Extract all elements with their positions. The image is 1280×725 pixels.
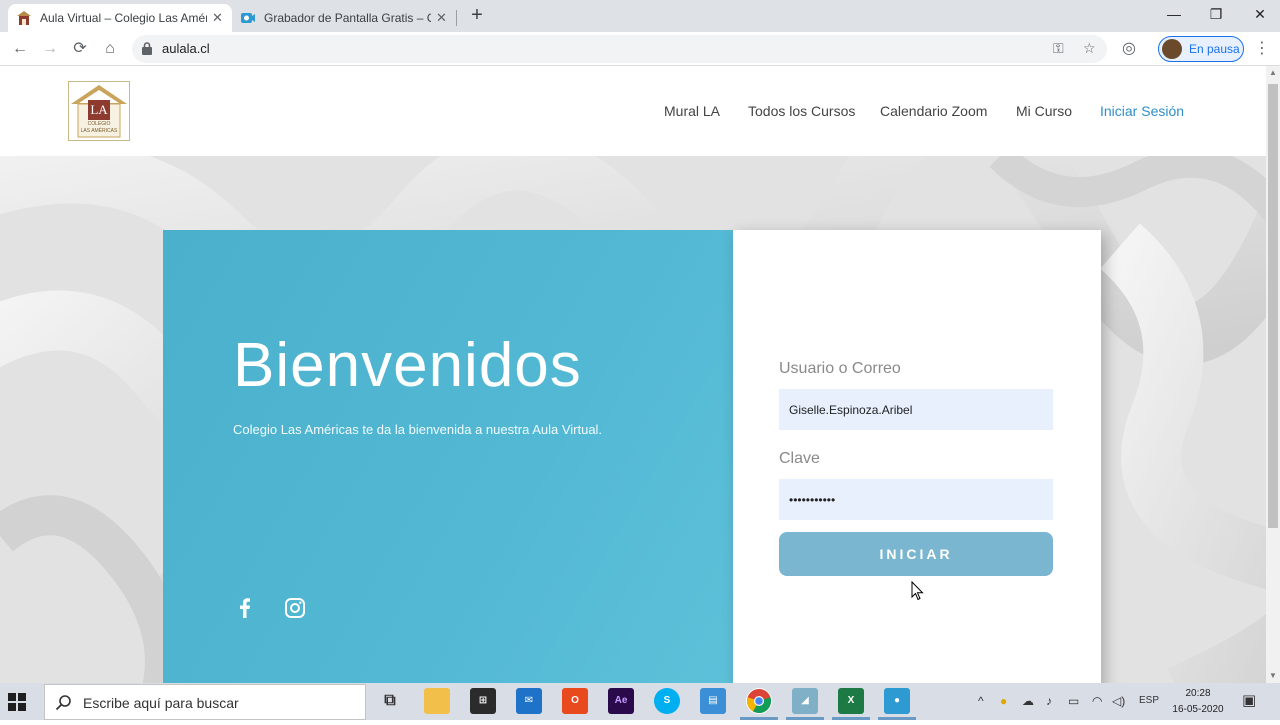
address-bar[interactable]: aulala.cl ⚿ ☆: [132, 35, 1107, 63]
logo-text-line1: COLEGIO: [87, 121, 111, 127]
excel-icon[interactable]: X: [838, 688, 864, 714]
star-icon[interactable]: ☆: [1083, 40, 1096, 57]
browser-tab-strip: Aula Virtual – Colegio Las Américas ✕ Gr…: [0, 0, 1280, 32]
tab-separator: [456, 10, 457, 26]
control-panel-icon[interactable]: ▤: [700, 688, 726, 714]
chrome-icon[interactable]: [746, 688, 772, 714]
nav-todos-los-cursos[interactable]: Todos los Cursos: [748, 103, 855, 119]
tab-aula-virtual[interactable]: Aula Virtual – Colegio Las Américas ✕: [8, 4, 232, 32]
username-field[interactable]: [779, 389, 1053, 430]
app-icon[interactable]: ◢: [792, 688, 818, 714]
username-label: Usuario o Correo: [779, 360, 901, 377]
site-header: LA COLEGIO LAS AMÉRICAS Mural LA Todos l…: [0, 66, 1266, 156]
browser-toolbar: ← → ⟳ ⌂ aulala.cl ⚿ ☆ ◎ En pausa ⋮: [0, 32, 1280, 66]
menu-icon[interactable]: ⋮: [1250, 37, 1274, 61]
screen-recorder-favicon-icon: [240, 10, 256, 26]
action-center-icon[interactable]: ▣: [1242, 691, 1256, 709]
lock-icon: [142, 42, 152, 55]
skype-icon[interactable]: S: [654, 688, 680, 714]
store-icon[interactable]: ⊞: [470, 688, 496, 714]
after-effects-icon[interactable]: Ae: [608, 688, 634, 714]
welcome-subtitle: Colegio Las Américas te da la bienvenida…: [233, 422, 603, 437]
scroll-down-icon[interactable]: ▼: [1266, 669, 1280, 683]
cloud-sync-icon[interactable]: ☁: [1022, 694, 1034, 708]
screen-recorder-icon[interactable]: ●: [884, 688, 910, 714]
nav-mi-curso[interactable]: Mi Curso: [1016, 103, 1072, 119]
page-scrollbar[interactable]: ▲ ▼: [1266, 66, 1280, 683]
microphone-icon[interactable]: ♪: [1046, 694, 1052, 708]
restore-button[interactable]: ❐: [1196, 2, 1236, 26]
notification-app-icon[interactable]: ●: [1000, 694, 1007, 708]
url-text: aulala.cl: [162, 41, 210, 56]
file-explorer-icon[interactable]: [424, 688, 450, 714]
close-tab-icon[interactable]: ✕: [435, 10, 448, 26]
windows-taskbar: Escribe aquí para buscar ⧉ ⊞ ✉ O Ae S ▤ …: [0, 683, 1280, 720]
taskbar-search-box[interactable]: Escribe aquí para buscar: [44, 684, 366, 720]
volume-icon[interactable]: ◁): [1112, 694, 1125, 708]
welcome-panel: Bienvenidos Colegio Las Américas te da l…: [163, 230, 733, 683]
extension-icon[interactable]: ◎: [1117, 37, 1141, 61]
mail-icon[interactable]: ✉: [516, 688, 542, 714]
language-indicator[interactable]: ESP: [1139, 695, 1159, 706]
password-field[interactable]: [779, 479, 1053, 520]
scrollbar-thumb[interactable]: [1268, 84, 1278, 528]
minimize-button[interactable]: —: [1154, 2, 1194, 26]
new-tab-button[interactable]: +: [466, 4, 488, 26]
office-icon[interactable]: O: [562, 688, 588, 714]
school-logo[interactable]: LA COLEGIO LAS AMÉRICAS: [68, 81, 130, 141]
windows-start-icon[interactable]: [8, 693, 26, 711]
login-panel: Usuario o Correo Clave INICIAR: [733, 230, 1101, 683]
mouse-cursor-icon: [911, 581, 924, 601]
page-viewport: LA COLEGIO LAS AMÉRICAS Mural LA Todos l…: [0, 66, 1266, 683]
reload-icon[interactable]: ⟳: [68, 37, 92, 61]
nav-iniciar-sesion[interactable]: Iniciar Sesión: [1100, 103, 1184, 119]
close-window-button[interactable]: ✕: [1240, 2, 1280, 26]
hero-section: Bienvenidos Colegio Las Américas te da l…: [0, 156, 1266, 683]
key-icon[interactable]: ⚿: [1053, 40, 1064, 57]
forward-icon[interactable]: →: [38, 37, 62, 61]
avatar: [1162, 39, 1182, 59]
clock-time: 20:28: [1185, 688, 1211, 699]
close-tab-icon[interactable]: ✕: [211, 10, 224, 26]
logo-initials: LA: [90, 102, 108, 117]
instagram-icon[interactable]: [283, 596, 307, 620]
nav-calendario-zoom[interactable]: Calendario Zoom: [880, 103, 987, 119]
task-view-icon[interactable]: ⧉: [377, 688, 403, 714]
clock-date: 16-05-2020: [1172, 704, 1224, 715]
show-hidden-icons-icon[interactable]: ^: [978, 694, 984, 708]
login-button[interactable]: INICIAR: [779, 532, 1053, 576]
tab-grabador[interactable]: Grabador de Pantalla Gratis – Captura de…: [232, 4, 456, 32]
welcome-title: Bienvenidos: [233, 331, 582, 400]
battery-icon[interactable]: ▭: [1068, 694, 1079, 708]
password-label: Clave: [779, 450, 820, 467]
wifi-icon[interactable]: ◠: [1092, 694, 1102, 708]
back-icon[interactable]: ←: [8, 37, 32, 61]
nav-mural-la[interactable]: Mural LA: [664, 103, 720, 119]
facebook-icon[interactable]: [233, 596, 257, 620]
logo-text-line2: LAS AMÉRICAS: [80, 128, 118, 134]
search-icon: [55, 695, 71, 711]
home-icon[interactable]: ⌂: [98, 37, 122, 61]
profile-button[interactable]: En pausa: [1158, 36, 1244, 62]
scroll-up-icon[interactable]: ▲: [1266, 66, 1280, 80]
system-clock[interactable]: 20:28 16-05-2020: [1170, 686, 1226, 718]
school-favicon-icon: [16, 10, 32, 26]
